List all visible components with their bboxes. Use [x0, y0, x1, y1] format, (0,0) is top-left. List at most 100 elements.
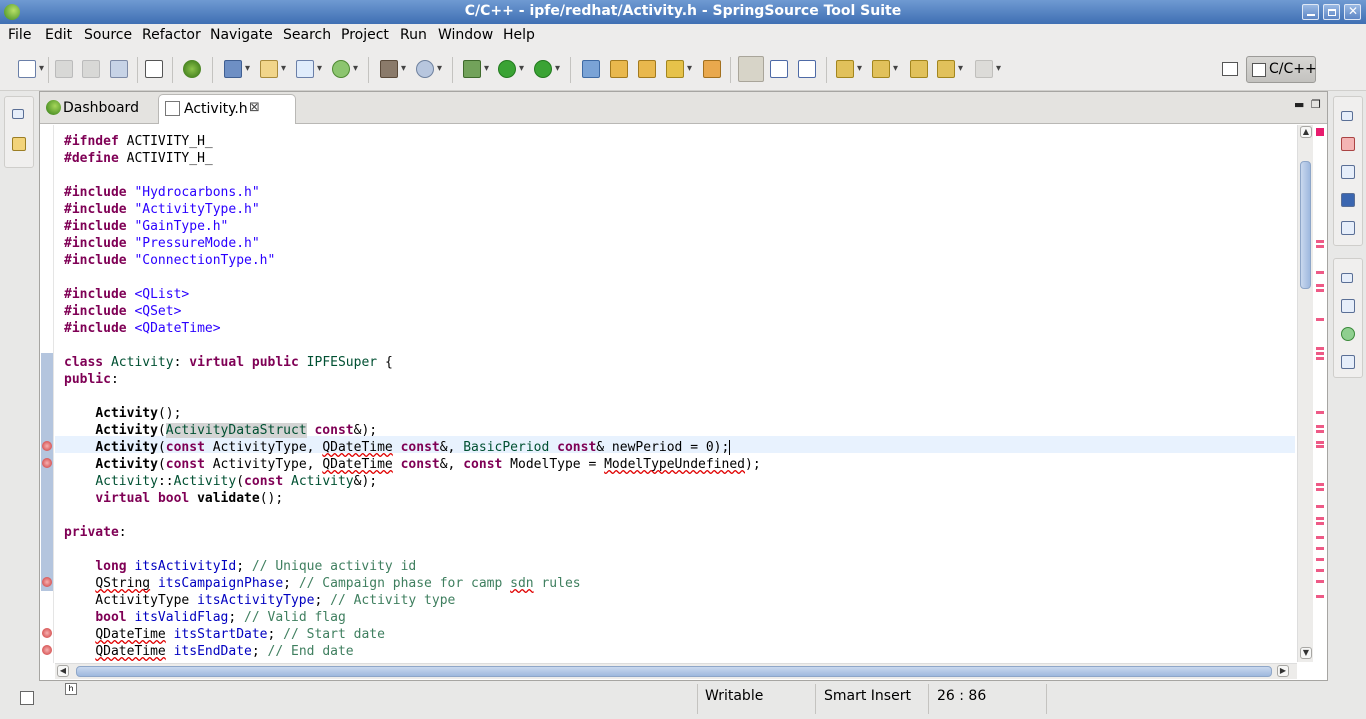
show-whitespace-icon[interactable]	[798, 60, 816, 78]
code-line: #include "GainType.h"	[64, 219, 229, 234]
task-list-icon[interactable]	[1341, 355, 1355, 369]
search-icon[interactable]	[666, 60, 692, 78]
console-icon[interactable]	[1341, 193, 1355, 207]
outline-icon[interactable]	[1341, 299, 1355, 313]
error-marker-icon[interactable]	[42, 645, 52, 655]
run-icon[interactable]	[498, 60, 524, 78]
minimize-editor-icon[interactable]: ▬	[1294, 98, 1304, 111]
vertical-scroll-thumb[interactable]	[1300, 161, 1311, 289]
mark-occurrences-toggle[interactable]	[738, 56, 764, 82]
menu-run[interactable]: Run	[400, 27, 427, 43]
binary-icon[interactable]	[145, 60, 163, 78]
editor-area: Dashboard Activity.h ⊠ ▬ ❐ #ifndef ACTIV…	[39, 91, 1328, 681]
restore-icon[interactable]	[12, 109, 24, 119]
error-marker-icon[interactable]	[42, 577, 52, 587]
menu-file[interactable]: File	[8, 27, 31, 43]
open-task-icon[interactable]	[703, 60, 721, 78]
cursor-position-status: 26 : 86	[937, 688, 987, 704]
next-annotation-icon[interactable]	[836, 60, 862, 78]
menu-project[interactable]: Project	[341, 27, 389, 43]
code-line: QDateTime itsEndDate; // End date	[95, 644, 354, 659]
make-targets-icon[interactable]	[1341, 327, 1355, 341]
properties-icon[interactable]	[1341, 221, 1355, 235]
print-icon[interactable]	[110, 60, 128, 78]
writable-status: Writable	[705, 688, 764, 704]
code-line: private:	[64, 525, 127, 540]
code-line: #include <QDateTime>	[64, 321, 221, 336]
editor-tab-row: Dashboard Activity.h ⊠ ▬ ❐	[40, 92, 1327, 124]
previous-annotation-icon[interactable]	[872, 60, 898, 78]
close-tab-icon[interactable]: ⊠	[249, 100, 260, 115]
tab-label: Dashboard	[63, 100, 139, 116]
block-selection-icon[interactable]	[770, 60, 788, 78]
maximize-window-button[interactable]	[1323, 4, 1340, 20]
save-icon[interactable]	[55, 60, 73, 78]
menu-search[interactable]: Search	[283, 27, 331, 43]
back-arrow-icon[interactable]	[937, 60, 963, 78]
debug-icon[interactable]	[463, 60, 489, 78]
close-window-button[interactable]: ✕	[1344, 4, 1361, 20]
code-line: QString itsCampaignPhase; // Campaign ph…	[95, 576, 581, 591]
code-line: Activity::Activity(const Activity&);	[95, 474, 378, 489]
code-line: #define ACTIVITY_H_	[64, 151, 213, 166]
new-class-icon[interactable]	[296, 60, 322, 78]
forward-arrow-icon[interactable]	[975, 60, 1001, 78]
open-element-icon[interactable]	[610, 60, 628, 78]
run-external-icon[interactable]	[534, 60, 560, 78]
new-folder-icon[interactable]	[260, 60, 286, 78]
perspective-icon	[1252, 63, 1266, 77]
menu-navigate[interactable]: Navigate	[210, 27, 273, 43]
code-line: #include "ActivityType.h"	[64, 202, 260, 217]
error-marker-icon[interactable]	[42, 628, 52, 638]
menu-edit[interactable]: Edit	[45, 27, 72, 43]
menu-help[interactable]: Help	[503, 27, 535, 43]
open-type-icon[interactable]	[582, 60, 600, 78]
tab-dashboard[interactable]: Dashboard	[40, 94, 158, 124]
scroll-right-arrow-icon[interactable]: ▶	[1277, 665, 1289, 677]
problems-icon[interactable]	[1341, 137, 1355, 151]
tab-activity-h[interactable]: Activity.h ⊠	[158, 94, 296, 124]
error-marker-icon[interactable]	[42, 458, 52, 468]
error-summary-icon[interactable]	[1316, 128, 1324, 136]
perspective-cpp-button[interactable]: C/C++	[1246, 56, 1317, 83]
save-all-icon[interactable]	[82, 60, 100, 78]
maximize-editor-icon[interactable]: ❐	[1311, 98, 1321, 111]
code-line: #include <QSet>	[64, 304, 182, 319]
scroll-up-arrow-icon[interactable]: ▲	[1300, 126, 1312, 138]
last-edit-icon[interactable]	[910, 60, 928, 78]
tab-label: Activity.h	[184, 101, 248, 117]
tasks-icon[interactable]	[1341, 165, 1355, 179]
code-line: #include "ConnectionType.h"	[64, 253, 276, 268]
horizontal-scroll-thumb[interactable]	[76, 666, 1272, 677]
new-icon[interactable]	[18, 60, 44, 78]
code-editor[interactable]: #ifndef ACTIVITY_H_ #define ACTIVITY_H_ …	[55, 125, 1295, 663]
vertical-scrollbar[interactable]: ▲ ▼	[1297, 125, 1313, 662]
restore-icon[interactable]	[1341, 111, 1353, 121]
build-hammer-icon[interactable]	[380, 60, 406, 78]
new-source-icon[interactable]	[332, 60, 358, 78]
code-line: bool itsValidFlag; // Valid flag	[95, 610, 346, 625]
fast-view-icon[interactable]	[20, 691, 34, 705]
minimize-window-button[interactable]	[1302, 4, 1319, 20]
horizontal-scrollbar[interactable]: ◀ ▶	[55, 663, 1297, 679]
code-line: Activity();	[95, 406, 182, 421]
status-bar: h Writable Smart Insert 26 : 86	[0, 681, 1366, 719]
scroll-left-arrow-icon[interactable]: ◀	[57, 665, 69, 677]
error-marker-icon[interactable]	[42, 441, 52, 451]
menu-window[interactable]: Window	[438, 27, 493, 43]
spring-icon[interactable]	[183, 60, 201, 78]
menu-source[interactable]: Source	[84, 27, 132, 43]
build-config-icon[interactable]	[416, 60, 442, 78]
open-perspective-icon[interactable]	[1222, 62, 1238, 76]
overview-ruler[interactable]	[1313, 125, 1327, 662]
project-explorer-icon[interactable]	[12, 137, 26, 151]
restore-icon[interactable]	[1341, 273, 1353, 283]
open-resource-icon[interactable]	[638, 60, 656, 78]
new-project-icon[interactable]	[224, 60, 250, 78]
menu-refactor[interactable]: Refactor	[142, 27, 201, 43]
scroll-down-arrow-icon[interactable]: ▼	[1300, 647, 1312, 659]
code-line: Activity(const ActivityType, QDateTime c…	[95, 457, 761, 472]
editor-gutter[interactable]	[40, 125, 54, 663]
right-trim-stack-top	[1333, 96, 1363, 246]
dashboard-icon	[46, 100, 61, 115]
